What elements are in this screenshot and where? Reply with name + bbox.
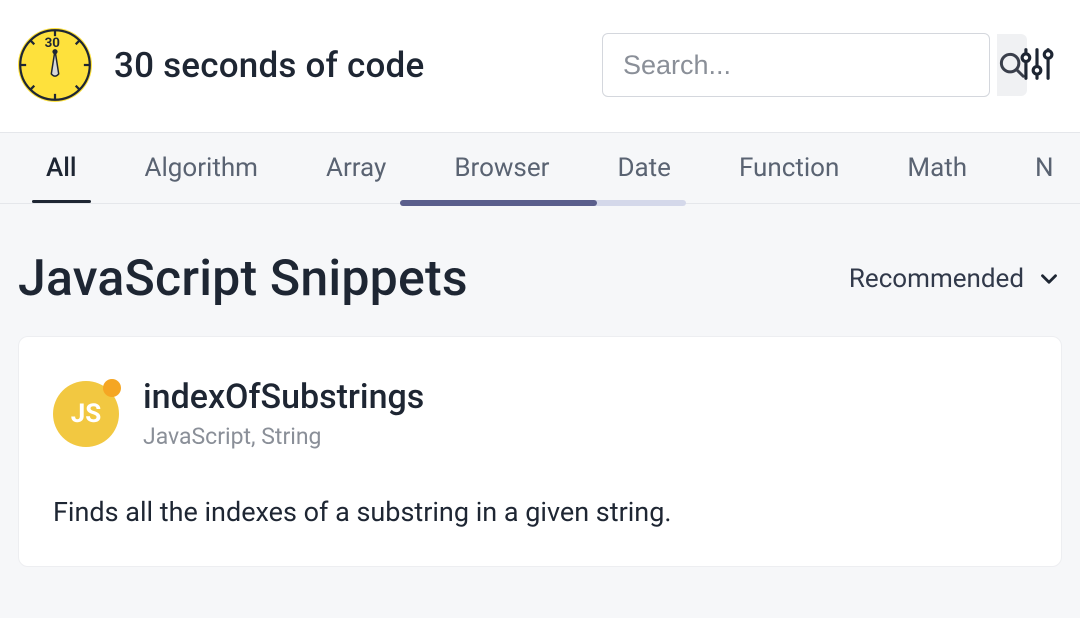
page-head: JavaScript Snippets Recommended xyxy=(0,204,1080,336)
tab-algorithm[interactable]: Algorithm xyxy=(111,133,292,203)
site-logo[interactable]: 30 xyxy=(18,28,92,102)
sort-selected-label: Recommended xyxy=(849,264,1024,294)
tab-function[interactable]: Function xyxy=(705,133,873,203)
tab-browser[interactable]: Browser xyxy=(420,133,583,203)
svg-text:30: 30 xyxy=(45,36,61,51)
language-badge-text: JS xyxy=(71,399,102,429)
snippet-card-header: JS indexOfSubstrings JavaScript, String xyxy=(53,377,1027,450)
site-title[interactable]: 30 seconds of code xyxy=(114,45,424,86)
category-tabs: AllAlgorithmArrayBrowserDateFunctionMath… xyxy=(0,132,1080,204)
tab-n[interactable]: N xyxy=(1001,133,1080,203)
tabs-scrollbar-thumb[interactable] xyxy=(400,200,597,206)
tab-array[interactable]: Array xyxy=(292,133,420,203)
search-input[interactable] xyxy=(603,50,997,81)
settings-button[interactable] xyxy=(1012,39,1062,92)
tabs-scrollbar-track[interactable] xyxy=(400,200,686,206)
language-badge: JS xyxy=(53,381,119,447)
tab-date[interactable]: Date xyxy=(583,133,705,203)
search-box xyxy=(602,33,990,97)
header: 30 30 seconds of code xyxy=(0,0,1080,132)
settings-icon xyxy=(1018,45,1056,83)
snippet-description: Finds all the indexes of a substring in … xyxy=(53,494,1027,530)
snippet-tags: JavaScript, String xyxy=(143,423,424,450)
tab-math[interactable]: Math xyxy=(873,133,1001,203)
page-title: JavaScript Snippets xyxy=(18,250,468,308)
snippet-card[interactable]: JS indexOfSubstrings JavaScript, String … xyxy=(18,336,1062,567)
clock-icon: 30 xyxy=(18,28,92,102)
tab-all[interactable]: All xyxy=(12,133,111,203)
chevron-down-icon xyxy=(1036,266,1062,292)
snippet-title: indexOfSubstrings xyxy=(143,377,424,417)
sort-select[interactable]: Recommended xyxy=(849,264,1062,294)
new-indicator-dot xyxy=(103,379,121,397)
